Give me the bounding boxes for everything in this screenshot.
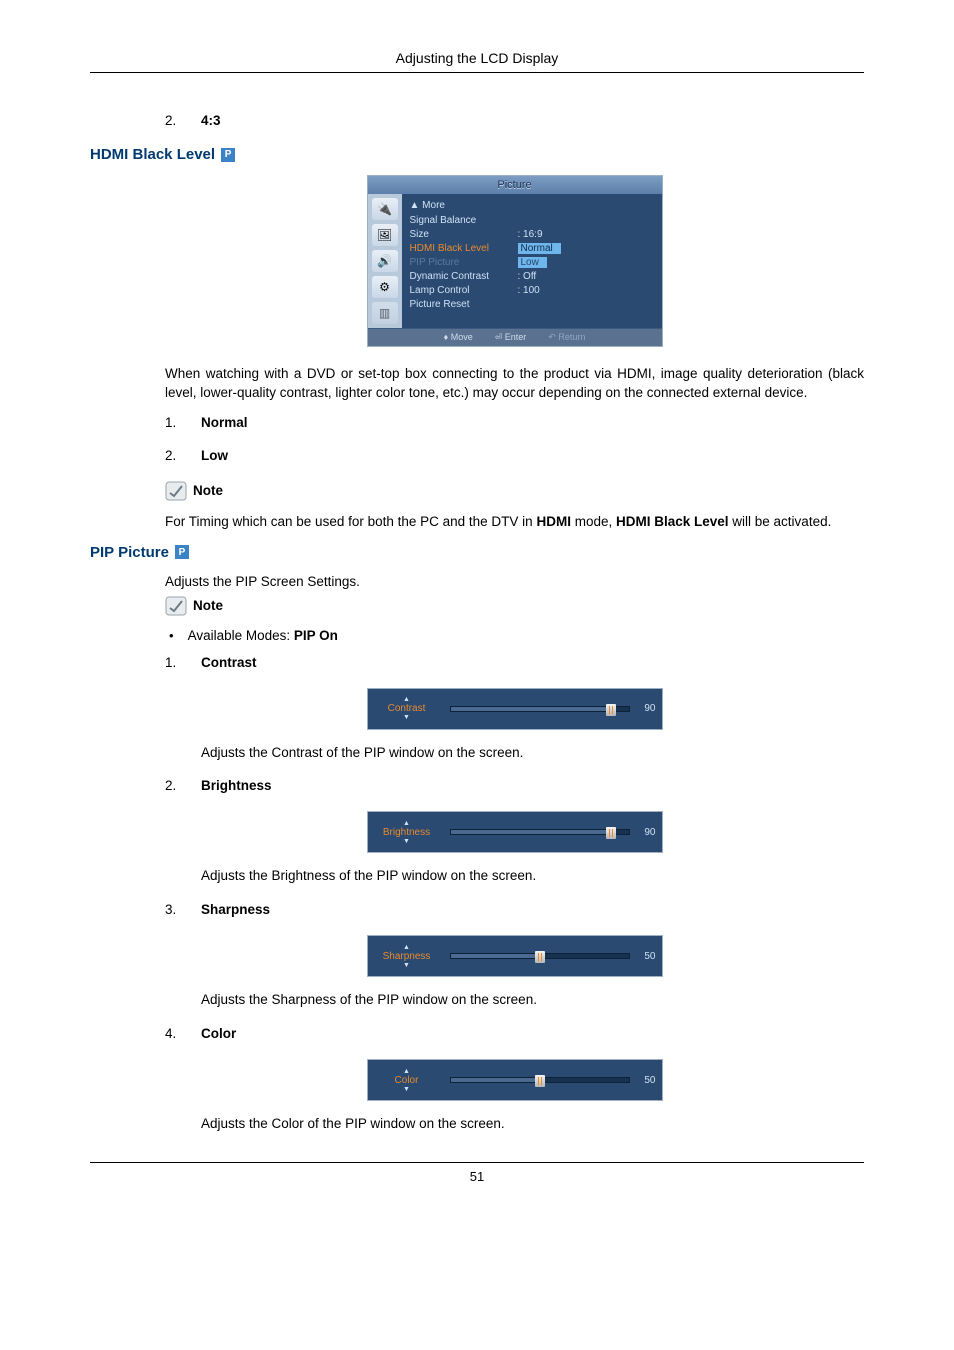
p-badge-icon: P [221, 148, 235, 162]
list-number: 2. [165, 778, 183, 793]
bullet-icon: • [169, 628, 174, 643]
list-label: Low [201, 448, 864, 463]
note-icon [165, 596, 187, 616]
list-item: 4. Color [165, 1026, 864, 1041]
arrow-down-icon: ▼ [403, 838, 410, 845]
page-number: 51 [90, 1169, 864, 1184]
osd-menu: ▲ More Signal Balance Size: 16:9 HDMI Bl… [402, 194, 662, 328]
slider-value: 90 [636, 703, 656, 714]
osd-more: ▲ More [410, 200, 654, 211]
slider-track [450, 706, 630, 712]
list-number: 3. [165, 902, 183, 917]
note-icon [165, 481, 187, 501]
osd-icon-column: 🔌 🖼 🔊 ⚙ ▥ [368, 194, 402, 328]
list-number: 2. [165, 113, 183, 128]
note-heading: Note [165, 481, 864, 501]
osd-title: Picture [368, 176, 662, 194]
list-label: Sharpness [201, 902, 864, 917]
page-header-title: Adjusting the LCD Display [90, 50, 864, 66]
slider-contrast: ▲ Contrast ▼ 90 [367, 688, 663, 730]
slider-label: Contrast [388, 703, 426, 714]
osd-selected-row: HDMI Black Level Normal [410, 241, 654, 255]
osd-sound-icon: 🔊 [372, 250, 398, 272]
slider-value: 50 [636, 951, 656, 962]
section-heading-hdmi: HDMI Black Level P [90, 146, 864, 163]
list-item: 2. 4:3 [165, 113, 864, 128]
slider-thumb [535, 1075, 545, 1087]
list-number: 4. [165, 1026, 183, 1041]
osd-footer: ♦ Move ⏎ Enter ↶ Return [368, 328, 662, 346]
heading-text: PIP Picture [90, 544, 169, 561]
slider-track [450, 953, 630, 959]
arrow-up-icon: ▲ [403, 820, 410, 827]
slider-thumb [606, 827, 616, 839]
p-badge-icon: P [175, 545, 189, 559]
section-heading-pip: PIP Picture P [90, 544, 864, 561]
slider-track [450, 1077, 630, 1083]
slider-description: Adjusts the Color of the PIP window on t… [165, 1115, 864, 1134]
footer-rule [90, 1162, 864, 1163]
osd-multi-icon: ▥ [372, 302, 398, 324]
list-number: 1. [165, 655, 183, 670]
list-item: 2. Brightness [165, 778, 864, 793]
note-heading: Note [165, 596, 864, 616]
slider-label: Color [395, 1075, 419, 1086]
slider-label: Sharpness [383, 951, 431, 962]
list-label: Color [201, 1026, 864, 1041]
note-label: Note [193, 483, 223, 498]
list-label: 4:3 [201, 113, 864, 128]
list-number: 2. [165, 448, 183, 463]
arrow-up-icon: ▲ [403, 696, 410, 703]
list-label: Normal [201, 415, 864, 430]
slider-track [450, 829, 630, 835]
list-label: Brightness [201, 778, 864, 793]
osd-picture-icon: 🖼 [372, 224, 398, 246]
slider-description: Adjusts the Brightness of the PIP window… [165, 867, 864, 886]
list-item: 1. Contrast [165, 655, 864, 670]
note-label: Note [193, 598, 223, 613]
slider-brightness: ▲ Brightness ▼ 90 [367, 811, 663, 853]
slider-value: 50 [636, 1075, 656, 1086]
arrow-up-icon: ▲ [403, 944, 410, 951]
slider-description: Adjusts the Sharpness of the PIP window … [165, 991, 864, 1010]
list-item: 3. Sharpness [165, 902, 864, 917]
slider-description: Adjusts the Contrast of the PIP window o… [165, 744, 864, 763]
slider-sharpness: ▲ Sharpness ▼ 50 [367, 935, 663, 977]
hdmi-note-text: For Timing which can be used for both th… [165, 513, 864, 532]
osd-input-icon: 🔌 [372, 198, 398, 220]
slider-color: ▲ Color ▼ 50 [367, 1059, 663, 1101]
list-number: 1. [165, 415, 183, 430]
arrow-down-icon: ▼ [403, 714, 410, 721]
osd-setup-icon: ⚙ [372, 276, 398, 298]
arrow-up-icon: ▲ [403, 1068, 410, 1075]
slider-value: 90 [636, 827, 656, 838]
header-rule [90, 72, 864, 73]
list-item: 1. Normal [165, 415, 864, 430]
slider-thumb [535, 951, 545, 963]
available-modes: • Available Modes: PIP On [165, 628, 864, 643]
list-item: 2. Low [165, 448, 864, 463]
osd-panel-picture: Picture 🔌 🖼 🔊 ⚙ ▥ ▲ More Signal Balance … [367, 175, 663, 347]
arrow-down-icon: ▼ [403, 1086, 410, 1093]
heading-text: HDMI Black Level [90, 146, 215, 163]
list-label: Contrast [201, 655, 864, 670]
hdmi-description: When watching with a DVD or set-top box … [165, 365, 864, 403]
slider-label: Brightness [383, 827, 430, 838]
arrow-down-icon: ▼ [403, 962, 410, 969]
pip-intro: Adjusts the PIP Screen Settings. [165, 573, 864, 592]
slider-thumb [606, 704, 616, 716]
